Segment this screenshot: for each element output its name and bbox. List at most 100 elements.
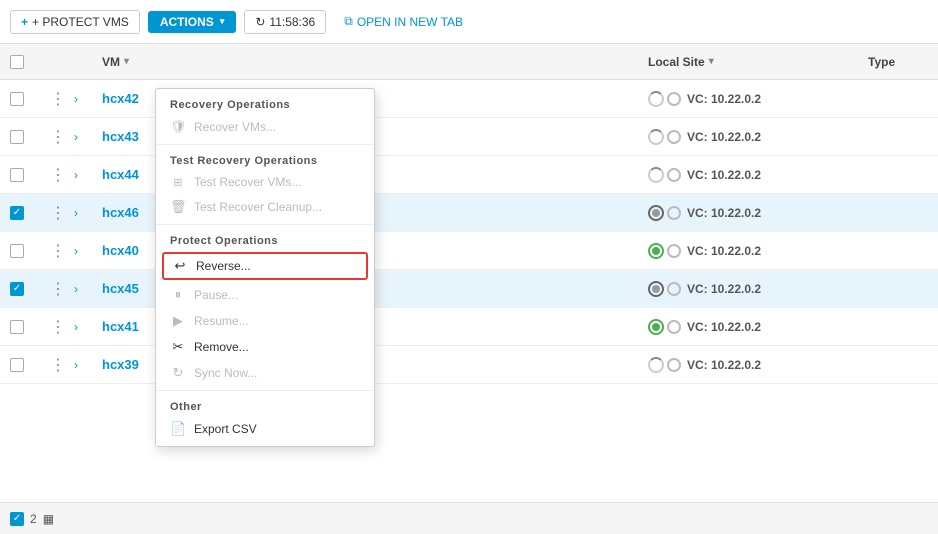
row-checkbox[interactable] xyxy=(10,92,24,106)
status-dark-icon xyxy=(648,281,664,297)
menu-item-label: Remove... xyxy=(194,340,249,354)
status-dark-icon xyxy=(648,205,664,221)
row-checkbox[interactable] xyxy=(10,130,24,144)
menu-divider xyxy=(156,144,374,145)
toolbar: + + PROTECT VMS ACTIONS ▾ ↻ 11:58:36 ⧉ O… xyxy=(0,0,938,44)
menu-section-label: Other xyxy=(156,395,374,416)
menu-item-pause: ⏸Pause... xyxy=(156,282,374,308)
menu-item-label: Test Recover VMs... xyxy=(194,175,301,189)
menu-section-label: Test Recovery Operations xyxy=(156,149,374,170)
menu-item-sync-now: ↻ Sync Now... xyxy=(156,360,374,386)
row-expand-btn[interactable]: › xyxy=(74,92,78,106)
table-row[interactable]: ✓ ⋮ › hcx45 VC: 10.22.0.2 xyxy=(0,270,938,308)
table-row[interactable]: ✓ ⋮ › hcx46 VC: 10.22.0.2 xyxy=(0,194,938,232)
type-column-header: Type xyxy=(868,55,895,69)
vm-state-ring-icon xyxy=(667,282,681,296)
row-menu-dots[interactable]: ⋮ xyxy=(50,281,67,298)
menu-divider xyxy=(156,390,374,391)
menu-item-remove[interactable]: ✂ Remove... xyxy=(156,334,374,360)
row-expand-btn[interactable]: › xyxy=(74,320,78,334)
vm-filter-icon[interactable]: ▾ xyxy=(124,56,129,67)
table-header: VM ▾ Local Site ▾ Type xyxy=(0,44,938,80)
table-area: VM ▾ Local Site ▾ Type ⋮ › hcx42 xyxy=(0,44,938,534)
sync-icon: ↻ xyxy=(170,365,186,381)
menu-section-label: Recovery Operations xyxy=(156,93,374,114)
row-expand-btn[interactable]: › xyxy=(74,244,78,258)
external-link-icon: ⧉ xyxy=(344,14,353,29)
vm-status-icons xyxy=(648,205,681,221)
menu-item-label: Recover VMs... xyxy=(194,120,276,134)
vm-status-icons xyxy=(648,243,681,259)
vm-column-header: VM xyxy=(102,55,120,69)
row-checkbox[interactable]: ✓ xyxy=(10,206,24,220)
row-expand-btn[interactable]: › xyxy=(74,282,78,296)
local-site-column-header: Local Site xyxy=(648,55,705,69)
table-row[interactable]: ⋮ › hcx39 VC: 10.22.0.2 xyxy=(0,346,938,384)
row-menu-dots[interactable]: ⋮ xyxy=(50,319,67,336)
menu-item-label: Reverse... xyxy=(196,259,251,273)
table-row[interactable]: ⋮ › hcx41 VC: 10.22.0.2 xyxy=(0,308,938,346)
row-checkbox[interactable] xyxy=(10,244,24,258)
refresh-icon: ↻ xyxy=(255,15,265,29)
time-button[interactable]: ↻ 11:58:36 xyxy=(244,10,326,34)
menu-item-reverse[interactable]: ↩ Reverse... xyxy=(162,252,368,280)
row-expand-btn[interactable]: › xyxy=(74,206,78,220)
row-checkbox[interactable] xyxy=(10,358,24,372)
selected-count-checkbox[interactable]: ✓ xyxy=(10,512,24,526)
menu-item-resume: ▶Resume... xyxy=(156,308,374,334)
vm-name: hcx39 xyxy=(102,357,139,372)
actions-dropdown-menu: Recovery Operations🛡Recover VMs... Test R… xyxy=(155,88,375,447)
menu-item-label: Resume... xyxy=(194,314,249,328)
status-spinner-icon xyxy=(648,129,664,145)
vm-name: hcx41 xyxy=(102,319,139,334)
menu-item-label: Sync Now... xyxy=(194,366,257,380)
menu-section-label: Protect Operations xyxy=(156,229,374,250)
actions-label: ACTIONS xyxy=(160,15,214,29)
vm-site: VC: 10.22.0.2 xyxy=(687,130,761,144)
open-new-tab-button[interactable]: ⧉ OPEN IN NEW TAB xyxy=(334,10,473,33)
test-icon: ⊞ xyxy=(170,176,186,189)
row-expand-btn[interactable]: › xyxy=(74,358,78,372)
vm-state-ring-icon xyxy=(667,168,681,182)
vm-status-icons xyxy=(648,91,681,107)
menu-item-recover-vms: 🛡Recover VMs... xyxy=(156,114,374,140)
grid-icon: ▦ xyxy=(43,512,54,526)
vm-site: VC: 10.22.0.2 xyxy=(687,206,761,220)
row-expand-btn[interactable]: › xyxy=(74,130,78,144)
select-all-checkbox[interactable] xyxy=(10,55,24,69)
vm-state-ring-icon xyxy=(667,244,681,258)
row-checkbox[interactable] xyxy=(10,168,24,182)
row-menu-dots[interactable]: ⋮ xyxy=(50,91,67,108)
scissors-icon: ✂ xyxy=(170,339,186,355)
vm-status-icons xyxy=(648,357,681,373)
row-menu-dots[interactable]: ⋮ xyxy=(50,129,67,146)
row-menu-dots[interactable]: ⋮ xyxy=(50,357,67,374)
table-row[interactable]: ⋮ › hcx42 VC: 10.22.0.2 xyxy=(0,80,938,118)
menu-item-export-csv[interactable]: 📄Export CSV xyxy=(156,416,374,442)
selected-count: 2 xyxy=(30,512,37,526)
vm-status-icons xyxy=(648,167,681,183)
status-green-icon xyxy=(648,243,664,259)
row-menu-dots[interactable]: ⋮ xyxy=(50,167,67,184)
vm-site: VC: 10.22.0.2 xyxy=(687,92,761,106)
protect-vms-label: + PROTECT VMS xyxy=(32,15,129,29)
local-filter-icon[interactable]: ▾ xyxy=(709,56,714,67)
open-tab-label: OPEN IN NEW TAB xyxy=(357,15,463,29)
vm-state-ring-icon xyxy=(667,92,681,106)
table-row[interactable]: ⋮ › hcx44 VC: 10.22.0.2 xyxy=(0,156,938,194)
protect-vms-button[interactable]: + + PROTECT VMS xyxy=(10,10,140,34)
row-menu-dots[interactable]: ⋮ xyxy=(50,243,67,260)
row-expand-btn[interactable]: › xyxy=(74,168,78,182)
reverse-icon: ↩ xyxy=(172,258,188,274)
menu-item-label: Pause... xyxy=(194,288,238,302)
row-menu-dots[interactable]: ⋮ xyxy=(50,205,67,222)
vm-state-ring-icon xyxy=(667,320,681,334)
row-checkbox[interactable] xyxy=(10,320,24,334)
table-row[interactable]: ⋮ › hcx43 VC: 10.22.0.2 xyxy=(0,118,938,156)
vm-name: hcx44 xyxy=(102,167,139,182)
time-label: 11:58:36 xyxy=(269,15,315,29)
actions-button[interactable]: ACTIONS ▾ xyxy=(148,11,237,33)
vm-status-icons xyxy=(648,319,681,335)
table-row[interactable]: ⋮ › hcx40 VC: 10.22.0.2 xyxy=(0,232,938,270)
row-checkbox[interactable]: ✓ xyxy=(10,282,24,296)
